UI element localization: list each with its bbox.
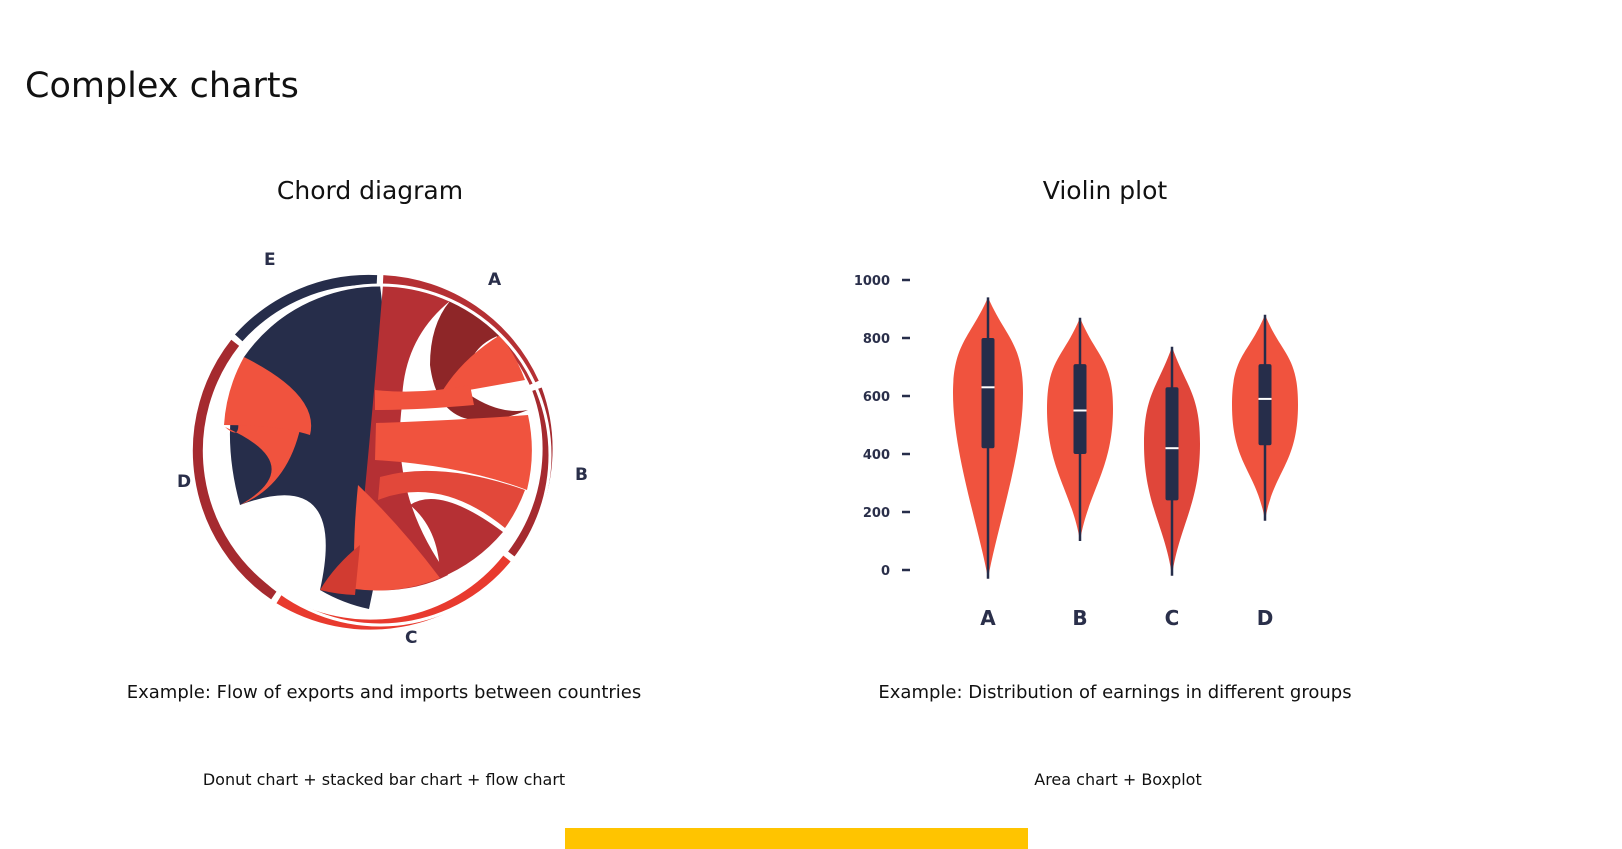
chord-diagram-caption: Example: Flow of exports and imports bet… [126,682,642,703]
accent-bar [565,828,1028,849]
y-tick-label: 200 [863,506,890,521]
chord-label-d: D [177,472,191,492]
chord-label-a: A [488,270,502,290]
page-title: Complex charts [25,66,299,106]
chord-label-c: C [405,628,417,648]
chord-label-b: B [575,465,588,485]
x-category-label: B [1072,606,1087,630]
chord-diagram: E A B C D [177,250,588,648]
violin-plot-caption: Example: Distribution of earnings in dif… [878,682,1352,703]
violin-box [1073,364,1087,454]
violin-plot-subcaption: Area chart + Boxplot [1034,770,1202,789]
x-category-label: A [980,606,996,630]
chord-label-e: E [264,250,276,270]
y-tick-label: 0 [881,564,890,579]
violin-box [981,338,995,449]
y-tick-label: 1000 [854,274,890,289]
y-tick-label: 800 [863,332,890,347]
y-tick-label: 600 [863,390,890,405]
violin-plot-heading: Violin plot [1042,176,1168,205]
violin-box [1258,364,1272,446]
x-category-label: C [1165,606,1180,630]
violin-plot: 0 200 400 600 800 1000 A B C D [854,274,1298,630]
chord-diagram-subcaption: Donut chart + stacked bar chart + flow c… [202,770,566,789]
x-category-label: D [1257,606,1274,630]
chord-diagram-heading: Chord diagram [276,176,464,205]
violin-box [1165,387,1179,501]
y-tick-label: 400 [863,448,890,463]
